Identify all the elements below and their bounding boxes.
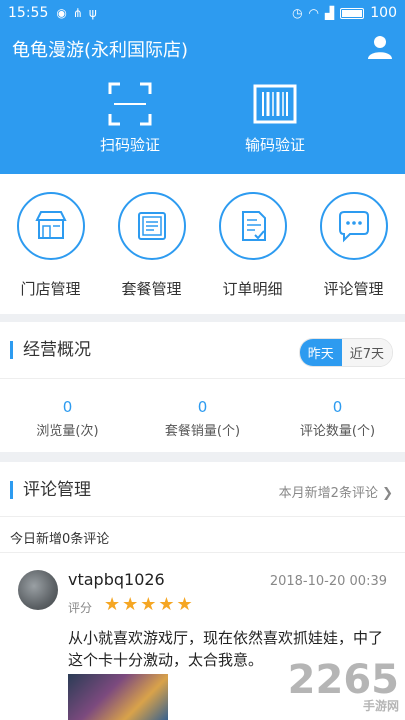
wifi-icon: ◠ <box>308 6 320 20</box>
review-username: vtapbq1026 <box>68 570 165 589</box>
period-yesterday[interactable]: 昨天 <box>299 339 342 366</box>
menu-label-store: 门店管理 <box>20 280 81 298</box>
menu-label-package: 套餐管理 <box>121 280 182 298</box>
stat-views-label: 浏览量(次) <box>36 424 99 439</box>
stat-views-value: 0 <box>62 398 73 416</box>
stat-package-sales: 0 套餐销量(个) <box>135 398 270 439</box>
divider <box>0 516 405 517</box>
store-icon <box>34 211 67 239</box>
status-time: 15:55 <box>8 5 49 21</box>
battery-level: 100 <box>370 5 397 21</box>
menu-item-order[interactable]: 订单明细 <box>202 192 303 299</box>
comment-icon <box>338 211 369 243</box>
order-icon <box>241 211 266 241</box>
stat-comments-label: 评论数量(个) <box>299 424 376 439</box>
review-time: 2018-10-20 00:39 <box>269 574 387 589</box>
month-new-reviews-text: 本月新增2条评论 <box>278 486 378 501</box>
signal-icon: ▟ <box>325 6 335 20</box>
period-toggle: 昨天 近7天 <box>298 338 393 367</box>
scan-verify-button[interactable]: 扫码验证 <box>75 82 185 155</box>
usb-icon: ψ <box>88 6 97 20</box>
month-new-reviews-link[interactable]: 本月新增2条评论 ❯ <box>279 482 393 501</box>
watermark-logo: 2265 手游网 <box>288 657 399 714</box>
battery-icon <box>340 7 365 19</box>
business-overview-card: 经营概况 昨天 近7天 0 浏览量(次) 0 套餐销量(个) 0 评论数量(个) <box>0 322 405 452</box>
stat-comments-value: 0 <box>332 398 343 416</box>
rating-label: 评分 <box>68 601 93 615</box>
function-menu: 门店管理 套餐管理 订单明细 评论管理 <box>0 174 405 314</box>
period-7days[interactable]: 近7天 <box>341 339 392 366</box>
avatar[interactable] <box>18 570 58 610</box>
reviews-title: 评论管理 <box>10 481 91 499</box>
menu-item-comment[interactable]: 评论管理 <box>303 192 404 299</box>
stat-package-sales-value: 0 <box>197 398 208 416</box>
status-bar: 15:55 ◉ ⋔ ψ ◷ ◠ ▟ 100 <box>0 0 405 26</box>
menu-label-order: 订单明细 <box>222 280 283 298</box>
package-icon <box>137 212 166 240</box>
chevron-right-icon: ❯ <box>382 486 393 501</box>
menu-label-comment: 评论管理 <box>323 280 384 298</box>
barcode-icon <box>253 84 297 124</box>
share-icon: ⋔ <box>72 6 83 20</box>
review-photo[interactable] <box>68 674 168 720</box>
scan-verify-label: 扫码验证 <box>99 136 160 154</box>
input-code-verify-label: 输码验证 <box>244 136 305 154</box>
scan-icon <box>108 82 152 126</box>
today-new-reviews: 今日新增0条评论 <box>10 532 110 547</box>
stat-views: 0 浏览量(次) <box>0 398 135 439</box>
stat-package-sales-label: 套餐销量(个) <box>164 424 241 439</box>
divider <box>0 552 405 553</box>
menu-item-package[interactable]: 套餐管理 <box>101 192 202 299</box>
menu-item-store[interactable]: 门店管理 <box>0 192 101 299</box>
stat-comments: 0 评论数量(个) <box>270 398 405 439</box>
overview-title: 经营概况 <box>10 341 91 359</box>
app-header: 龟龟漫游(永利国际店) 扫码验证 输码验证 <box>0 26 405 174</box>
rating-stars: ★★★★★ <box>104 594 195 615</box>
input-code-verify-button[interactable]: 输码验证 <box>220 82 330 155</box>
store-name: 龟龟漫游(永利国际店) <box>12 40 189 61</box>
divider <box>0 378 405 379</box>
user-icon[interactable] <box>367 34 393 60</box>
moments-icon: ◉ <box>56 6 67 20</box>
alarm-icon: ◷ <box>292 6 303 20</box>
